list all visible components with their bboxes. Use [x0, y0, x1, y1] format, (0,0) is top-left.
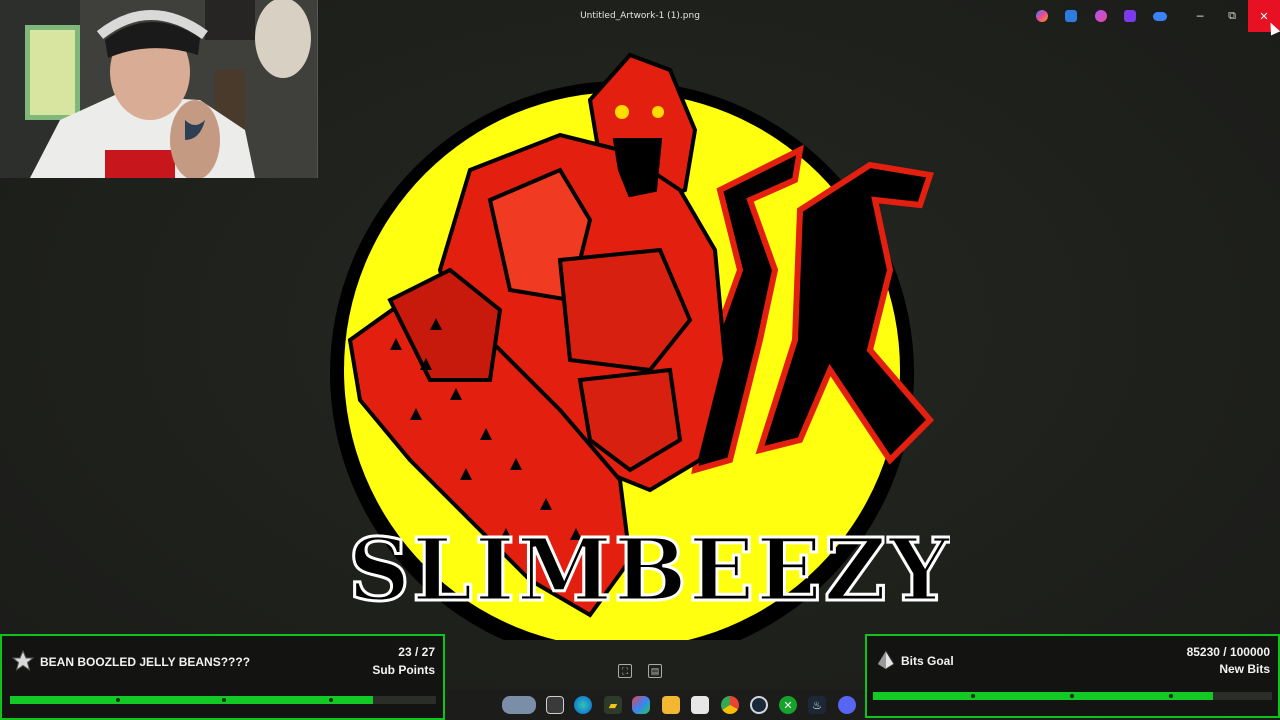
- bits-icon: [877, 650, 895, 670]
- copilot-icon[interactable]: [1036, 10, 1048, 22]
- steam-icon[interactable]: ♨: [808, 696, 826, 714]
- chrome-icon[interactable]: [721, 696, 739, 714]
- store-icon[interactable]: [691, 696, 709, 714]
- goal-title: BEAN BOOZLED JELLY BEANS????: [40, 655, 251, 669]
- webcam-feed: [0, 0, 318, 178]
- goal-progress-fill: [10, 696, 373, 704]
- filmstrip-icon[interactable]: ▤: [648, 664, 662, 678]
- goal-milestone-marker: [1169, 694, 1173, 698]
- goal-title: Bits Goal: [901, 654, 954, 668]
- goal-unit: Sub Points: [372, 663, 435, 677]
- app-icon[interactable]: [632, 696, 650, 714]
- slimbeezy-wordmark: SLIMBEEZY: [347, 519, 950, 623]
- goal-progress-bar: [873, 692, 1272, 700]
- goal-count: 85230 / 100000: [1186, 645, 1270, 659]
- goal-milestone-marker: [1070, 694, 1074, 698]
- fit-icon[interactable]: ⛶: [618, 664, 632, 678]
- webcam-video: [0, 0, 317, 178]
- app-icon[interactable]: [1095, 10, 1107, 22]
- file-explorer-icon[interactable]: [662, 696, 680, 714]
- minimize-button[interactable]: ─: [1184, 0, 1216, 32]
- edge-icon[interactable]: [574, 696, 592, 714]
- task-view-icon[interactable]: [546, 696, 564, 714]
- bits-goal-widget: Bits Goal 85230 / 100000 New Bits: [865, 634, 1280, 718]
- widgets-icon[interactable]: [502, 696, 536, 714]
- discord-icon[interactable]: [838, 696, 856, 714]
- goal-milestone-marker: [971, 694, 975, 698]
- goal-milestone-marker: [116, 698, 120, 702]
- restore-button[interactable]: ⧉: [1216, 0, 1248, 32]
- xbox-icon[interactable]: ✕: [779, 696, 797, 714]
- star-badge-icon: [12, 650, 34, 672]
- goal-milestone-marker: [222, 698, 226, 702]
- sub-goal-widget: BEAN BOOZLED JELLY BEANS???? 23 / 27 Sub…: [0, 634, 445, 720]
- artwork-image: SLIMBEEZY: [330, 52, 950, 640]
- file-manager-icon[interactable]: ▰: [604, 696, 622, 714]
- video-editor-icon[interactable]: [1124, 10, 1136, 22]
- goal-progress-bar: [10, 696, 436, 704]
- steam-alt-icon[interactable]: [750, 696, 768, 714]
- goal-unit: New Bits: [1219, 662, 1270, 676]
- window-title: Untitled_Artwork-1 (1).png: [580, 11, 700, 21]
- svg-text:SLIMBEEZY: SLIMBEEZY: [348, 520, 950, 621]
- goal-progress-fill: [873, 692, 1214, 700]
- goal-milestone-marker: [329, 698, 333, 702]
- onedrive-icon[interactable]: [1153, 12, 1167, 21]
- goal-count: 23 / 27: [398, 645, 435, 659]
- paint-icon[interactable]: [1065, 10, 1077, 22]
